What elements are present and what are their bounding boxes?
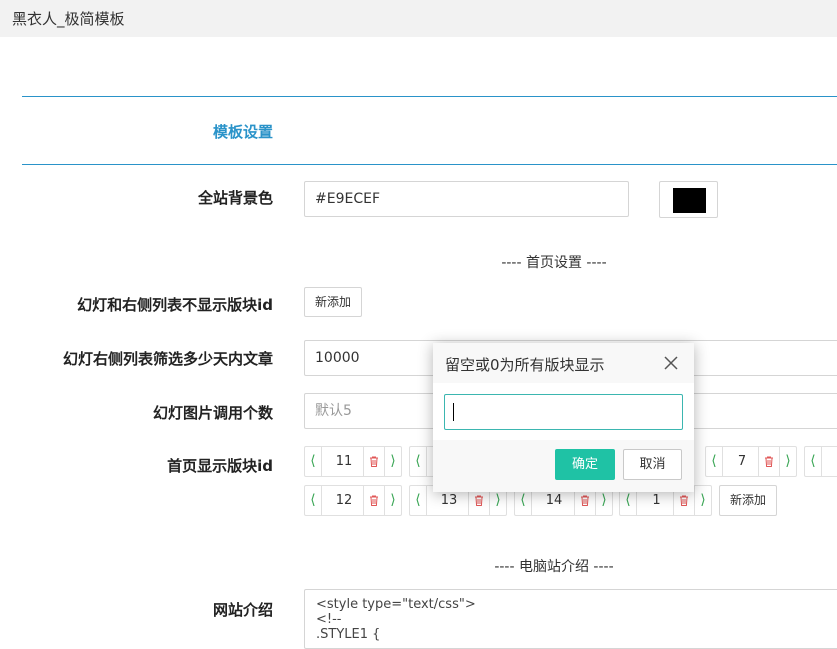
color-picker-button[interactable] <box>659 181 718 218</box>
move-left-icon[interactable]: ⟨ <box>410 486 427 515</box>
stepper-value[interactable]: 7 <box>723 447 761 476</box>
slides-label: 幻灯图片调用个数 <box>152 404 273 422</box>
move-left-icon[interactable]: ⟨ <box>305 447 322 476</box>
trash-icon[interactable] <box>363 447 384 476</box>
id-stepper[interactable]: ⟨ 7 ⟩ <box>705 446 797 477</box>
close-icon[interactable] <box>663 355 679 371</box>
section-title: 模板设置 <box>212 123 273 141</box>
move-right-icon[interactable]: ⟩ <box>384 486 401 515</box>
hide-ids-add-button[interactable]: 新添加 <box>304 287 362 317</box>
intro-label: 网站介绍 <box>212 601 273 619</box>
show-ids-label: 首页显示版块id <box>167 457 273 475</box>
id-stepper[interactable]: ⟨ <box>804 446 837 477</box>
stepper-value[interactable]: 11 <box>322 447 366 476</box>
move-left-icon[interactable]: ⟨ <box>305 486 322 515</box>
window-titlebar: 黑衣人_极简模板 <box>0 0 837 37</box>
dialog-header: 留空或0为所有版块显示 <box>433 343 694 383</box>
pc-intro-heading: ---- 电脑站介绍 ---- <box>494 559 614 575</box>
move-right-icon[interactable]: ⟩ <box>384 447 401 476</box>
stepper-value[interactable]: 12 <box>322 486 366 515</box>
trash-icon[interactable] <box>363 486 384 515</box>
dialog-footer: 确定 取消 <box>433 440 694 492</box>
id-stepper[interactable]: ⟨ 11 ⟩ <box>304 446 402 477</box>
move-left-icon[interactable]: ⟨ <box>805 447 822 476</box>
prompt-dialog: 留空或0为所有版块显示 确定 取消 <box>433 343 694 492</box>
home-settings-heading: ---- 首页设置 ---- <box>501 255 607 271</box>
text-caret <box>453 403 454 421</box>
hide-ids-label: 幻灯和右侧列表不显示版块id <box>77 296 273 314</box>
intro-textarea[interactable]: <style type="text/css"> <!-- .STYLE1 { <box>304 589 837 649</box>
show-ids-add-button[interactable]: 新添加 <box>719 485 777 516</box>
confirm-button[interactable]: 确定 <box>555 449 615 480</box>
move-left-icon[interactable]: ⟨ <box>410 447 427 476</box>
bg-color-input[interactable]: #E9ECEF <box>304 181 629 217</box>
dialog-input[interactable] <box>444 394 683 430</box>
move-left-icon[interactable]: ⟨ <box>706 447 723 476</box>
bg-color-label: 全站背景色 <box>197 189 273 207</box>
id-stepper[interactable]: ⟨ 12 ⟩ <box>304 485 402 516</box>
window-title: 黑衣人_极简模板 <box>12 10 125 28</box>
section-divider-top <box>22 96 837 97</box>
move-right-icon[interactable]: ⟩ <box>779 447 796 476</box>
trash-icon[interactable] <box>758 447 779 476</box>
section-divider-bottom <box>22 164 837 165</box>
move-right-icon[interactable]: ⟩ <box>694 486 711 515</box>
dialog-title: 留空或0为所有版块显示 <box>445 356 605 374</box>
color-swatch <box>673 188 706 213</box>
days-label: 幻灯右侧列表筛选多少天内文章 <box>62 350 273 368</box>
cancel-button[interactable]: 取消 <box>623 449 682 480</box>
